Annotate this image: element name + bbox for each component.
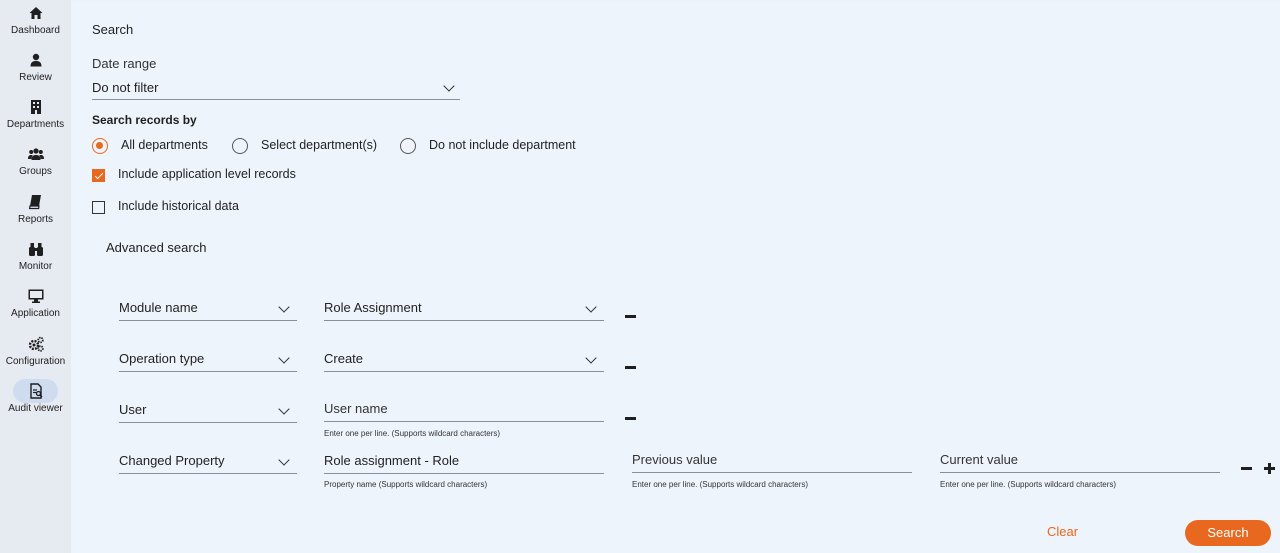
- remove-row-button[interactable]: [625, 417, 636, 420]
- date-range-label: Date range: [92, 56, 157, 71]
- radio-label: Do not include department: [429, 138, 576, 152]
- radio-all-departments[interactable]: [92, 138, 108, 154]
- user-name-placeholder: User name: [324, 401, 388, 416]
- field-select-value: User: [119, 402, 147, 417]
- date-range-value: Do not filter: [92, 80, 159, 95]
- sidebar-item-monitor[interactable]: Monitor: [0, 241, 71, 272]
- chevron-down-icon: [278, 403, 290, 415]
- search-panel: Search Date range Do not filter Search r…: [71, 2, 1280, 553]
- property-name-input[interactable]: Role assignment - Role: [324, 451, 604, 474]
- remove-row-button[interactable]: [625, 315, 636, 318]
- current-value-input[interactable]: Current value: [940, 450, 1220, 473]
- current-value-hint: Enter one per line. (Supports wildcard c…: [940, 480, 1117, 489]
- sidebar-item-label: Monitor: [18, 261, 53, 272]
- field-select-value: Module name: [119, 300, 198, 315]
- operation-value: Create: [324, 351, 364, 366]
- current-value-placeholder: Current value: [940, 452, 1019, 467]
- sidebar-item-label: Reports: [17, 214, 53, 225]
- sidebar-item-review[interactable]: Review: [0, 52, 71, 83]
- sidebar-item-label: Application: [11, 308, 60, 319]
- operation-value-select[interactable]: Create: [324, 349, 604, 372]
- previous-value-hint: Enter one per line. (Supports wildcard c…: [632, 480, 809, 489]
- field-select-value: Changed Property: [119, 453, 225, 468]
- underline: [324, 371, 604, 372]
- property-name-value: Role assignment - Role: [324, 453, 460, 468]
- clear-button[interactable]: Clear: [1040, 521, 1085, 543]
- include-historical-checkbox[interactable]: [92, 201, 105, 214]
- gears-icon: [28, 336, 44, 352]
- chevron-down-icon: [278, 454, 290, 466]
- monitor-icon: [28, 289, 43, 303]
- page-title: Search: [92, 22, 134, 37]
- module-value: Role Assignment: [324, 300, 422, 315]
- chevron-down-icon: [585, 352, 597, 364]
- previous-value-placeholder: Previous value: [632, 452, 718, 467]
- sidebar-item-dashboard[interactable]: Dashboard: [0, 5, 71, 36]
- group-icon: [27, 148, 44, 160]
- module-value-select[interactable]: Role Assignment: [324, 298, 604, 321]
- sidebar-item-label: Groups: [19, 166, 52, 177]
- include-application-checkbox[interactable]: [92, 169, 105, 182]
- sidebar-item-label: Dashboard: [11, 25, 60, 36]
- field-select[interactable]: Module name: [119, 298, 297, 321]
- audit-icon: [29, 383, 42, 399]
- sidebar-item-label: Departments: [6, 119, 65, 130]
- sidebar-item-reports[interactable]: Reports: [0, 194, 71, 225]
- underline: [119, 422, 297, 423]
- sidebar-item-label: Review: [19, 72, 52, 83]
- checkbox-label: Include historical data: [118, 199, 239, 213]
- chevron-down-icon: [278, 352, 290, 364]
- sidebar-item-label: Audit viewer: [8, 403, 63, 414]
- user-name-hint: Enter one per line. (Supports wildcard c…: [324, 429, 501, 438]
- field-select[interactable]: Operation type: [119, 349, 297, 372]
- underline: [119, 371, 297, 372]
- sidebar-item-groups[interactable]: Groups: [0, 146, 71, 177]
- remove-row-button[interactable]: [1241, 467, 1252, 470]
- sidebar: Dashboard Review Departments Groups Repo…: [0, 0, 71, 553]
- chevron-down-icon: [443, 80, 455, 92]
- underline: [119, 473, 297, 474]
- date-range-select[interactable]: Do not filter: [92, 78, 460, 100]
- sidebar-item-label: Configuration: [5, 356, 66, 367]
- underline: [324, 473, 604, 474]
- sidebar-item-application[interactable]: Application: [0, 288, 71, 319]
- sidebar-item-audit-viewer[interactable]: Audit viewer: [0, 379, 71, 414]
- radio-label: All departments: [121, 138, 208, 152]
- search-records-by-label: Search records by: [92, 113, 197, 127]
- chevron-down-icon: [585, 301, 597, 313]
- field-select[interactable]: User: [119, 400, 297, 423]
- field-select-value: Operation type: [119, 351, 205, 366]
- person-icon: [30, 53, 41, 67]
- radio-no-department[interactable]: [400, 138, 416, 154]
- property-name-hint: Property name (Supports wildcard charact…: [324, 480, 488, 489]
- underline: [119, 320, 297, 321]
- previous-value-input[interactable]: Previous value: [632, 450, 912, 473]
- sidebar-item-departments[interactable]: Departments: [0, 99, 71, 130]
- add-row-button[interactable]: [1264, 463, 1275, 474]
- radio-label: Select department(s): [261, 138, 378, 152]
- field-select[interactable]: Changed Property: [119, 451, 297, 474]
- search-button[interactable]: Search: [1185, 520, 1271, 546]
- underline: [940, 472, 1220, 473]
- remove-row-button[interactable]: [625, 366, 636, 369]
- sidebar-item-configuration[interactable]: Configuration: [0, 336, 71, 367]
- radio-select-departments[interactable]: [232, 138, 248, 154]
- building-icon: [30, 100, 41, 114]
- underline: [632, 472, 912, 473]
- underline: [324, 320, 604, 321]
- chevron-down-icon: [278, 301, 290, 313]
- book-icon: [28, 195, 41, 210]
- binoculars-icon: [28, 243, 43, 256]
- underline: [92, 99, 460, 100]
- underline: [324, 421, 604, 422]
- home-icon: [29, 7, 42, 19]
- advanced-search-label: Advanced search: [106, 240, 207, 255]
- checkbox-label: Include application level records: [118, 167, 296, 181]
- user-name-input[interactable]: User name: [324, 399, 604, 422]
